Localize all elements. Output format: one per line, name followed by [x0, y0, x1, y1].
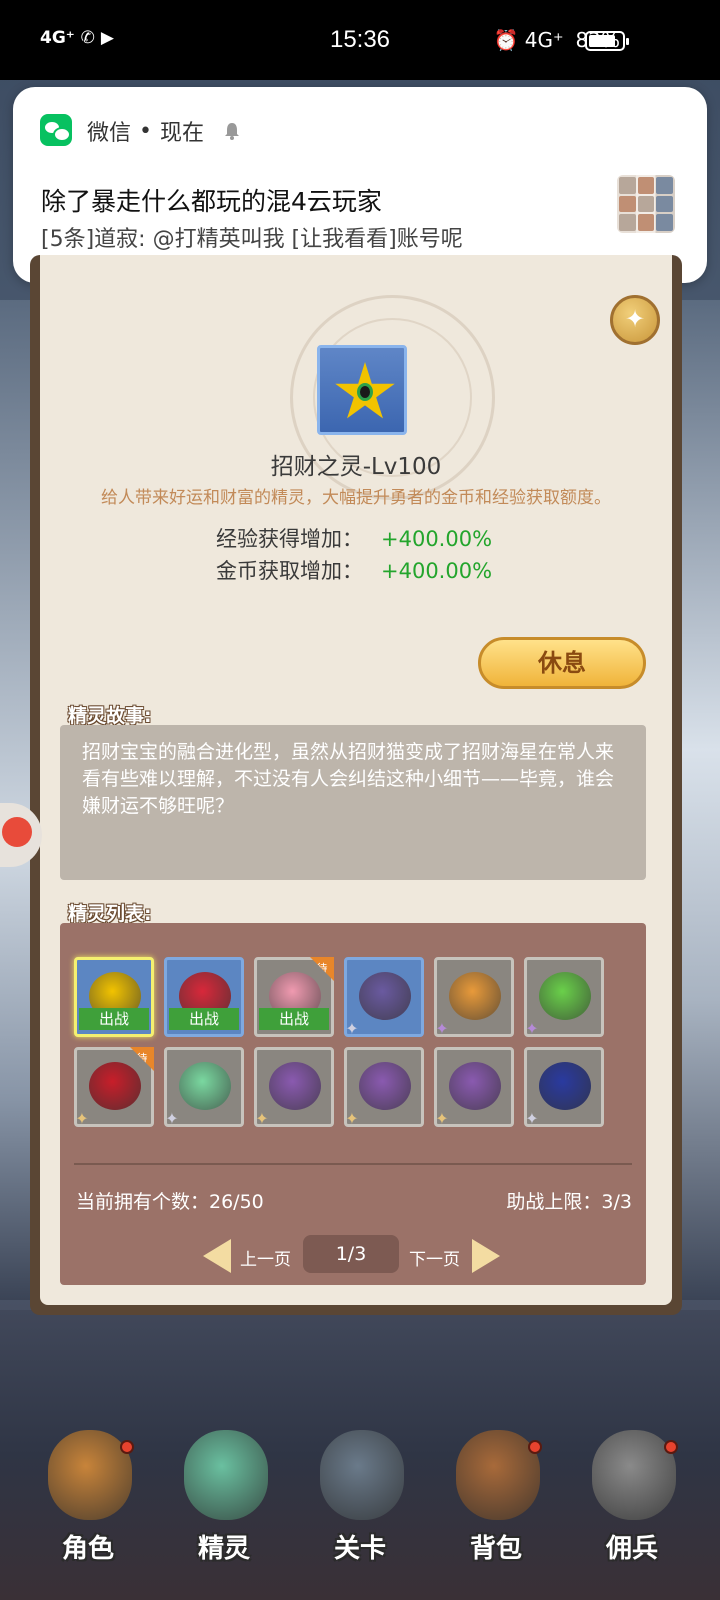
sprite-name: 招财之灵-Lv100 [270, 454, 442, 480]
sprite-slot[interactable]: ✦ [254, 1047, 334, 1128]
star-eye [357, 383, 373, 401]
sprite-slot[interactable]: 待 ✦ [74, 1047, 154, 1128]
story-text: 招财宝宝的融合进化型，虽然从招财猫变成了招财海星在常人来看有些难以理解，不过没有… [82, 741, 615, 817]
prev-page-button[interactable]: 上一页 [240, 1245, 291, 1270]
rank-icon: ✦ [525, 1019, 539, 1038]
nav-item[interactable]: 关卡 [300, 1420, 420, 1590]
sprite-slot[interactable]: ✦ [434, 957, 514, 1038]
sprite-thumbnail-icon [539, 972, 591, 1020]
rank-icon: ✦ [435, 1019, 449, 1038]
page-indicator: 1/3 [303, 1235, 399, 1273]
rank-icon: ✦ [525, 1109, 539, 1128]
nav-item[interactable]: 精灵 [164, 1420, 284, 1590]
rank-icon: ✦ [435, 1109, 449, 1128]
nav-label: 角色 [61, 1534, 114, 1564]
stat-gold: 金币获取增加： +400.00% [216, 555, 492, 585]
battery-fill [589, 35, 616, 47]
alarm-network-icon: ⏰ 4G⁺ [493, 28, 564, 52]
sprite-slot[interactable]: 出战 待 [254, 957, 334, 1037]
notification-body: [5条]道寂: @打精英叫我 [让我看看]账号呢 [41, 227, 463, 252]
sprite-slot[interactable]: ✦ [344, 1047, 424, 1128]
notification-dot [664, 1440, 678, 1454]
rank-icon: ✦ [75, 1109, 89, 1128]
rest-button[interactable]: 休息 [478, 637, 646, 689]
nav-label: 精灵 [197, 1534, 250, 1564]
rank-icon: ✦ [165, 1109, 179, 1128]
notification-header: 微信 • 现在 [87, 115, 240, 147]
notification-dot [528, 1440, 542, 1454]
sprite-slot[interactable]: ✦ [524, 1047, 604, 1128]
deployed-tag: 出战 [169, 1008, 239, 1030]
sprite-slot[interactable]: 出战 [164, 957, 244, 1037]
sprite-thumbnail-icon [269, 1062, 321, 1110]
next-page-arrow-icon[interactable] [472, 1239, 500, 1273]
sprite-list: 出战 出战 出战待 ✦ ✦ ✦ 待 ✦ ✦ ✦ ✦ ✦ ✦ 当前拥有个数：26/50 助战上限：3/3 … [60, 923, 646, 1285]
notification-dot [120, 1440, 134, 1454]
bottom-navigation: 角色 精灵 关卡 背包 佣兵 [0, 1420, 720, 1600]
bell-icon [225, 123, 240, 140]
standby-tag: 待 [310, 957, 334, 981]
battery-icon [585, 31, 629, 51]
sprite-list-heading: 精灵列表: [68, 903, 152, 925]
sprite-slot[interactable]: ✦ [344, 957, 424, 1038]
stat-gold-label: 金币获取增加： [216, 559, 363, 583]
nav-label: 关卡 [333, 1534, 386, 1564]
stat-exp-label: 经验获得增加： [216, 527, 363, 551]
sprite-thumbnail-icon [359, 1062, 411, 1110]
rank-icon: ✦ [345, 1109, 359, 1128]
nav-icon [48, 1430, 132, 1520]
sprite-description: 给人带来好运和财富的精灵，大幅提升勇者的金币和经验获取额度。 [101, 488, 611, 508]
rank-icon: ✦ [345, 1019, 359, 1038]
standby-tag: 待 [130, 1047, 154, 1071]
deployed-tag: 出战 [259, 1008, 329, 1030]
wechat-notification[interactable]: 微信 • 现在 除了暴走什么都玩的混4云玩家 [5条]道寂: @打精英叫我 [让… [13, 87, 707, 283]
nav-item[interactable]: 背包 [436, 1420, 556, 1590]
assist-limit: 助战上限：3/3 [506, 1191, 632, 1213]
sprite-thumbnail-icon [449, 972, 501, 1020]
story-heading: 精灵故事: [68, 705, 152, 727]
wing-icon[interactable]: ✦ [610, 295, 660, 345]
sprite-portrait [317, 345, 407, 435]
stat-exp: 经验获得增加： +400.00% [216, 523, 492, 553]
nav-icon [592, 1430, 676, 1520]
sprite-panel-content: ✦ 招财之灵-Lv100 给人带来好运和财富的精灵，大幅提升勇者的金币和经验获取… [40, 255, 672, 1305]
rank-icon: ✦ [255, 1109, 269, 1128]
prev-page-arrow-icon[interactable] [203, 1239, 231, 1273]
nav-item[interactable]: 角色 [28, 1420, 148, 1590]
notification-time: 现在 [160, 121, 205, 146]
sprite-slot[interactable]: ✦ [434, 1047, 514, 1128]
nav-icon [184, 1430, 268, 1520]
sprite-slot[interactable]: ✦ [164, 1047, 244, 1128]
notification-app-name: 微信 [87, 121, 132, 146]
nav-label: 佣兵 [605, 1534, 658, 1564]
next-page-button[interactable]: 下一页 [409, 1245, 460, 1270]
sprite-thumbnail-icon [179, 1062, 231, 1110]
status-bar: 4G⁺ ✆ ▶ 15:36 ⏰ 4G⁺ 82% [0, 0, 720, 80]
nav-icon [456, 1430, 540, 1520]
wechat-icon [40, 114, 72, 146]
list-divider [74, 1163, 632, 1165]
sprite-thumbnail-icon [449, 1062, 501, 1110]
deployed-tag: 出战 [79, 1008, 149, 1030]
group-avatar-icon [617, 175, 675, 233]
notification-title: 除了暴走什么都玩的混4云玩家 [41, 187, 382, 216]
owned-count: 当前拥有个数：26/50 [76, 1191, 264, 1213]
stat-gold-value: +400.00% [381, 559, 493, 583]
stat-exp-value: +400.00% [381, 527, 493, 551]
nav-label: 背包 [469, 1534, 522, 1564]
sprite-thumbnail-icon [89, 1062, 141, 1110]
sprite-slot[interactable]: 出战 [74, 957, 154, 1037]
sprite-thumbnail-icon [539, 1062, 591, 1110]
nav-item[interactable]: 佣兵 [572, 1420, 692, 1590]
story-box: 招财宝宝的融合进化型，虽然从招财猫变成了招财海星在常人来看有些难以理解，不过没有… [60, 725, 646, 880]
sprite-slot[interactable]: ✦ [524, 957, 604, 1038]
notification-separator: • [139, 118, 152, 144]
nav-icon [320, 1430, 404, 1520]
sprite-thumbnail-icon [359, 972, 411, 1020]
sprite-panel: ✦ 招财之灵-Lv100 给人带来好运和财富的精灵，大幅提升勇者的金币和经验获取… [30, 255, 682, 1315]
